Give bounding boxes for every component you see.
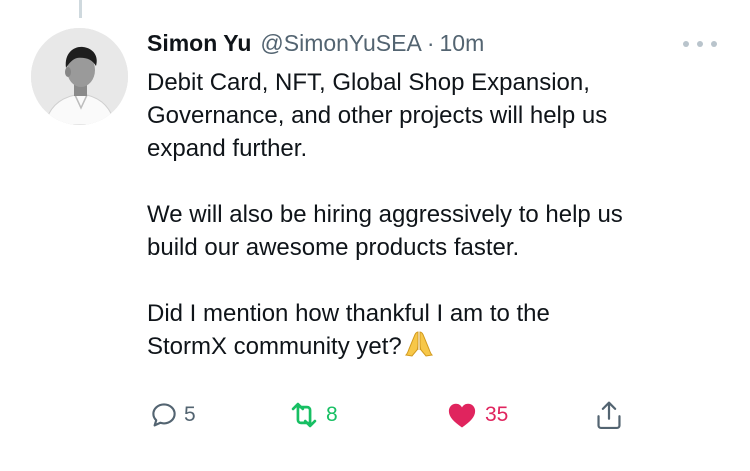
- like-button[interactable]: 35: [447, 397, 508, 433]
- avatar-photo: [31, 28, 128, 125]
- tweet-timestamp[interactable]: 10m: [440, 28, 485, 58]
- retweet-button[interactable]: 8: [287, 397, 338, 433]
- more-dot: [711, 41, 717, 47]
- tweet-paragraph-last: Did I mention how thankful I am to the S…: [147, 297, 727, 363]
- tweet-text: Debit Card, NFT, Global Shop Expansion, …: [147, 66, 727, 363]
- share-button[interactable]: [594, 397, 624, 433]
- thread-line: [79, 0, 82, 18]
- more-options-icon[interactable]: [683, 38, 717, 50]
- author-handle[interactable]: @SimonYuSEA: [260, 28, 421, 58]
- more-dot: [683, 41, 689, 47]
- avatar[interactable]: [31, 28, 128, 125]
- folded-hands-emoji-icon: [404, 330, 434, 358]
- reply-icon: [149, 400, 179, 430]
- heart-icon: [447, 401, 477, 429]
- separator-dot: ·: [426, 30, 435, 56]
- reply-count: 5: [184, 403, 196, 426]
- like-count: 35: [485, 403, 509, 426]
- tweet-actions-bar: 5 8 35: [0, 397, 750, 437]
- author-display-name[interactable]: Simon Yu: [147, 28, 251, 58]
- retweet-count: 8: [326, 403, 338, 426]
- tweet-paragraph-text: Did I mention how thankful I am to the S…: [147, 300, 550, 360]
- tweet-paragraph: We will also be hiring aggressively to h…: [147, 201, 623, 261]
- tweet-header: Simon Yu @SimonYuSEA · 10m: [147, 28, 484, 58]
- tweet-paragraph: Debit Card, NFT, Global Shop Expansion, …: [147, 69, 608, 162]
- share-icon: [594, 399, 624, 431]
- reply-button[interactable]: 5: [149, 397, 196, 433]
- retweet-icon: [287, 400, 321, 430]
- more-dot: [697, 41, 703, 47]
